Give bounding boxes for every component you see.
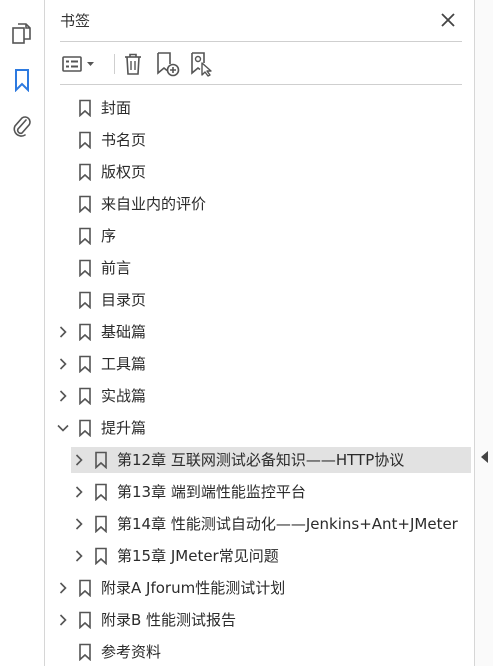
bookmark-item[interactable]: 目录页 bbox=[46, 284, 474, 316]
chevron-right-icon[interactable] bbox=[56, 357, 70, 371]
new-bookmark-icon bbox=[157, 52, 180, 77]
pages-button[interactable] bbox=[8, 20, 36, 48]
bookmark-label: 工具篇 bbox=[101, 355, 147, 373]
chevron-right-icon[interactable] bbox=[56, 389, 70, 403]
bookmark-item[interactable]: 基础篇 bbox=[46, 316, 474, 348]
bookmark-label: 实战篇 bbox=[101, 387, 147, 405]
bookmark-label: 来自业内的评价 bbox=[101, 195, 207, 213]
bookmark-icon bbox=[78, 323, 92, 342]
bookmark-icon bbox=[78, 579, 92, 598]
bookmark-icon bbox=[94, 547, 108, 566]
bookmark-label: 版权页 bbox=[101, 163, 147, 181]
bookmark-from-selection-button[interactable] bbox=[186, 50, 216, 78]
bookmark-item[interactable]: 前言 bbox=[46, 252, 474, 284]
new-bookmark-button[interactable] bbox=[152, 50, 182, 78]
bookmark-label: 提升篇 bbox=[101, 419, 147, 437]
bookmark-label: 序 bbox=[101, 227, 117, 245]
bookmark-icon bbox=[78, 195, 92, 214]
bookmark-item[interactable]: 附录A Jforum性能测试计划 bbox=[46, 572, 474, 604]
bookmark-item[interactable]: 书名页 bbox=[46, 124, 474, 156]
bookmark-item[interactable]: 序 bbox=[46, 220, 474, 252]
divider bbox=[60, 84, 462, 85]
bookmark-label: 附录B 性能测试报告 bbox=[101, 611, 237, 629]
bookmark-icon bbox=[78, 259, 92, 278]
bookmark-label: 第12章 互联网测试必备知识——HTTP协议 bbox=[117, 451, 405, 469]
bookmark-item[interactable]: 第14章 性能测试自动化——Jenkins+Ant+JMeter bbox=[46, 508, 474, 540]
bookmark-icon bbox=[78, 99, 92, 118]
chevron-right-icon[interactable] bbox=[72, 485, 86, 499]
attachments-button[interactable] bbox=[8, 112, 36, 140]
bookmark-item[interactable]: 第13章 端到端性能监控平台 bbox=[46, 476, 474, 508]
bookmark-label: 基础篇 bbox=[101, 323, 147, 341]
bookmark-icon bbox=[94, 515, 108, 534]
bookmark-icon bbox=[78, 419, 92, 438]
bookmark-item[interactable]: 附录B 性能测试报告 bbox=[46, 604, 474, 636]
bookmarks-panel: 书签 封面 书名页 版权页 来自业内的评价 序 前言 目录页 基础篇 工具篇 实… bbox=[46, 0, 474, 666]
delete-bookmark-button[interactable] bbox=[118, 50, 148, 78]
toolbar-separator bbox=[114, 54, 115, 74]
bookmark-label: 封面 bbox=[101, 99, 132, 117]
bookmarks-button[interactable] bbox=[8, 66, 36, 94]
bookmark-icon bbox=[15, 69, 29, 92]
bookmark-item[interactable]: 来自业内的评价 bbox=[46, 188, 474, 220]
bookmark-item[interactable]: 实战篇 bbox=[46, 380, 474, 412]
bookmark-icon bbox=[78, 611, 92, 630]
pages-icon bbox=[12, 23, 31, 44]
collapse-arrow-icon[interactable] bbox=[481, 451, 489, 463]
options-menu-button[interactable] bbox=[60, 50, 98, 78]
chevron-down-icon[interactable] bbox=[56, 421, 70, 435]
close-icon bbox=[441, 13, 455, 27]
bookmark-label: 前言 bbox=[101, 259, 132, 277]
bookmark-label: 书名页 bbox=[101, 131, 147, 149]
bookmark-item[interactable]: 封面 bbox=[46, 92, 474, 124]
bookmarks-toolbar bbox=[60, 48, 462, 80]
chevron-right-icon[interactable] bbox=[72, 549, 86, 563]
bookmark-icon bbox=[78, 227, 92, 246]
bookmark-item[interactable]: 参考资料 bbox=[46, 636, 474, 666]
panel-collapse-strip[interactable] bbox=[474, 0, 493, 666]
trash-icon bbox=[125, 53, 141, 75]
chevron-right-icon[interactable] bbox=[72, 453, 86, 467]
options-menu-icon bbox=[62, 56, 94, 72]
bookmark-label: 附录A Jforum性能测试计划 bbox=[101, 579, 286, 597]
bookmark-label: 参考资料 bbox=[101, 643, 162, 661]
bookmark-item[interactable]: 工具篇 bbox=[46, 348, 474, 380]
bookmark-tree: 封面书名页版权页来自业内的评价序前言目录页基础篇工具篇实战篇提升篇第12章 互联… bbox=[46, 92, 474, 666]
chevron-right-icon[interactable] bbox=[56, 325, 70, 339]
chevron-right-icon[interactable] bbox=[56, 613, 70, 627]
bookmark-icon bbox=[94, 483, 108, 502]
bookmark-label: 目录页 bbox=[101, 291, 147, 309]
bookmark-item[interactable]: 提升篇 bbox=[46, 412, 474, 444]
bookmark-label: 第15章 JMeter常见问题 bbox=[117, 547, 279, 565]
bookmark-item[interactable]: 版权页 bbox=[46, 156, 474, 188]
bookmark-icon bbox=[78, 355, 92, 374]
close-panel-button[interactable] bbox=[438, 10, 458, 30]
bookmark-icon bbox=[78, 387, 92, 406]
bookmark-icon bbox=[78, 643, 92, 662]
bookmark-label: 第13章 端到端性能监控平台 bbox=[117, 483, 306, 501]
chevron-right-icon[interactable] bbox=[72, 517, 86, 531]
bookmark-label: 第14章 性能测试自动化——Jenkins+Ant+JMeter bbox=[117, 515, 458, 533]
bookmark-icon bbox=[78, 163, 92, 182]
bookmark-item[interactable]: 第12章 互联网测试必备知识——HTTP协议 bbox=[46, 444, 474, 476]
attachment-icon bbox=[13, 116, 31, 137]
bookmark-item[interactable]: 第15章 JMeter常见问题 bbox=[46, 540, 474, 572]
divider bbox=[60, 41, 462, 42]
bookmark-icon bbox=[94, 451, 108, 470]
navigation-rail bbox=[0, 0, 45, 666]
bookmark-icon bbox=[78, 131, 92, 150]
bookmark-from-selection-icon bbox=[191, 52, 212, 77]
panel-title: 书签 bbox=[60, 12, 91, 30]
chevron-right-icon[interactable] bbox=[56, 581, 70, 595]
bookmark-icon bbox=[78, 291, 92, 310]
